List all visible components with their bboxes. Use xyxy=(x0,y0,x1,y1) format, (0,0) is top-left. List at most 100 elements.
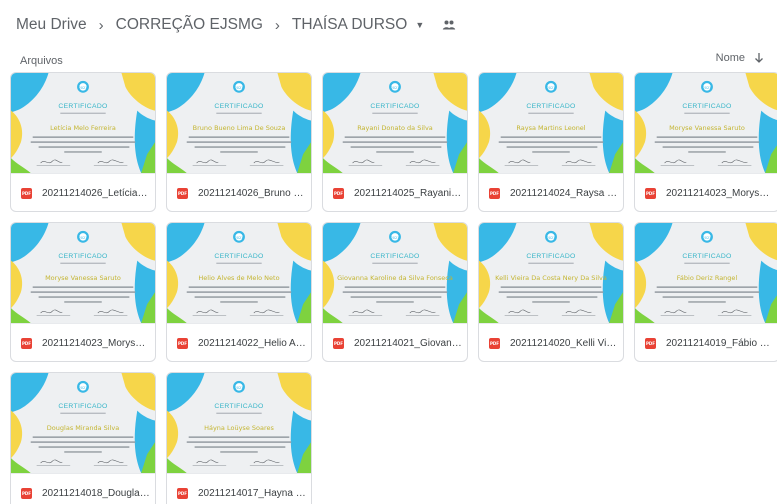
file-name: 20211214021_Giovanna K... xyxy=(354,337,462,349)
certificate-background-image: 2021 xyxy=(11,73,155,173)
file-name: 20211214022_Helio Alves ... xyxy=(198,337,306,349)
pdf-file-icon: PDF xyxy=(21,337,32,349)
certificate-background-image: 2021 xyxy=(635,223,777,323)
svg-text:2021: 2021 xyxy=(703,236,712,240)
file-card[interactable]: 2021 CERTIFICADO Háyna Loüyse Soares PDF… xyxy=(166,372,312,504)
file-name: 20211214026_Bruno Buen... xyxy=(198,187,306,199)
certificate-recipient-name: Rayani Donato da Silva xyxy=(357,124,433,132)
caret-down-icon[interactable]: ▼ xyxy=(415,20,424,30)
certificate-thumbnail: 2021 CERTIFICADO Kelli Vieira Da Costa N… xyxy=(479,223,623,324)
certificate-title: CERTIFICADO xyxy=(58,253,108,260)
certificate-recipient-name: Giovanna Karoline da Silva Fonseca xyxy=(337,274,453,282)
breadcrumb-correcao-ejsmg[interactable]: CORREÇÃO EJSMG xyxy=(114,16,265,34)
pdf-file-icon: PDF xyxy=(645,187,656,199)
file-caption: PDF 20211214018_Douglas Mir... xyxy=(11,474,155,504)
certificate-title: CERTIFICADO xyxy=(214,103,264,110)
file-name: 20211214023_Moryse Van... xyxy=(42,337,150,349)
file-name: 20211214019_Fábio Deriz ... xyxy=(666,337,774,349)
svg-text:2021: 2021 xyxy=(235,386,244,390)
file-card[interactable]: 2021 CERTIFICADO Letícia Melo Ferreira P… xyxy=(10,72,156,212)
svg-text:2021: 2021 xyxy=(703,86,712,90)
svg-text:2021: 2021 xyxy=(79,386,88,390)
pdf-file-icon: PDF xyxy=(333,337,344,349)
file-card[interactable]: 2021 CERTIFICADO Fábio Deriz Rangel PDF … xyxy=(634,222,777,362)
svg-text:2021: 2021 xyxy=(547,86,556,90)
certificate-title: CERTIFICADO xyxy=(682,103,732,110)
certificate-background-image: 2021 xyxy=(11,373,155,473)
certificate-thumbnail: 2021 CERTIFICADO Moryse Vanessa Saruto xyxy=(11,223,155,324)
pdf-file-icon: PDF xyxy=(333,187,344,199)
file-name: 20211214018_Douglas Mir... xyxy=(42,487,150,499)
file-caption: PDF 20211214023_Moryse Van... xyxy=(635,174,777,211)
file-card[interactable]: 2021 CERTIFICADO Helio Alves de Melo Net… xyxy=(166,222,312,362)
certificate-background-image: 2021 xyxy=(479,223,623,323)
breadcrumb: Meu Drive › CORREÇÃO EJSMG › THAÍSA DURS… xyxy=(14,14,456,36)
certificate-recipient-name: Douglas Miranda Silva xyxy=(46,424,120,432)
file-name: 20211214026_Letícia Melo... xyxy=(42,187,150,199)
file-card[interactable]: 2021 CERTIFICADO Moryse Vanessa Saruto P… xyxy=(10,222,156,362)
certificate-thumbnail: 2021 CERTIFICADO Moryse Vanessa Saruto xyxy=(635,73,777,174)
certificate-title: CERTIFICADO xyxy=(214,403,264,410)
file-card[interactable]: 2021 CERTIFICADO Kelli Vieira Da Costa N… xyxy=(478,222,624,362)
certificate-recipient-name: Letícia Melo Ferreira xyxy=(50,124,116,132)
file-card[interactable]: 2021 CERTIFICADO Douglas Miranda Silva P… xyxy=(10,372,156,504)
certificate-thumbnail: 2021 CERTIFICADO Giovanna Karoline da Si… xyxy=(323,223,467,324)
file-card[interactable]: 2021 CERTIFICADO Giovanna Karoline da Si… xyxy=(322,222,468,362)
chevron-right-icon: › xyxy=(274,16,280,34)
certificate-title: CERTIFICADO xyxy=(58,403,108,410)
svg-text:2021: 2021 xyxy=(547,236,556,240)
pdf-file-icon: PDF xyxy=(489,337,500,349)
certificate-title: CERTIFICADO xyxy=(682,253,732,260)
file-caption: PDF 20211214020_Kelli Vieira ... xyxy=(479,324,623,361)
certificate-background-image: 2021 xyxy=(167,373,311,473)
breadcrumb-my-drive[interactable]: Meu Drive xyxy=(14,16,89,34)
svg-text:2021: 2021 xyxy=(79,236,88,240)
chevron-right-icon: › xyxy=(98,16,104,34)
certificate-background-image: 2021 xyxy=(635,73,777,173)
certificate-thumbnail: 2021 CERTIFICADO Douglas Miranda Silva xyxy=(11,373,155,474)
certificate-recipient-name: Bruno Bueno Lima De Souza xyxy=(192,124,286,132)
certificate-background-image: 2021 xyxy=(479,73,623,173)
pdf-file-icon: PDF xyxy=(177,487,188,499)
pdf-file-icon: PDF xyxy=(21,487,32,499)
sort-label[interactable]: Nome xyxy=(716,52,745,64)
pdf-file-icon: PDF xyxy=(177,187,188,199)
certificate-recipient-name: Helio Alves de Melo Neto xyxy=(198,274,280,282)
svg-text:2021: 2021 xyxy=(235,236,244,240)
certificate-thumbnail: 2021 CERTIFICADO Háyna Loüyse Soares xyxy=(167,373,311,474)
file-card[interactable]: 2021 CERTIFICADO Raysa Martins Leonel PD… xyxy=(478,72,624,212)
file-grid: 2021 CERTIFICADO Letícia Melo Ferreira P… xyxy=(10,72,777,504)
svg-text:2021: 2021 xyxy=(79,86,88,90)
certificate-background-image: 2021 xyxy=(167,73,311,173)
file-card[interactable]: 2021 CERTIFICADO Bruno Bueno Lima De Sou… xyxy=(166,72,312,212)
certificate-title: CERTIFICADO xyxy=(370,103,420,110)
arrow-down-icon[interactable] xyxy=(753,52,765,64)
file-caption: PDF 20211214021_Giovanna K... xyxy=(323,324,467,361)
sort-control[interactable]: Nome xyxy=(716,52,765,64)
file-caption: PDF 20211214019_Fábio Deriz ... xyxy=(635,324,777,361)
file-name: 20211214023_Moryse Van... xyxy=(666,187,774,199)
pdf-file-icon: PDF xyxy=(489,187,500,199)
file-card[interactable]: 2021 CERTIFICADO Moryse Vanessa Saruto P… xyxy=(634,72,777,212)
file-name: 20211214025_Rayani Don... xyxy=(354,187,462,199)
certificate-background-image: 2021 xyxy=(11,223,155,323)
file-caption: PDF 20211214026_Letícia Melo... xyxy=(11,174,155,211)
certificate-thumbnail: 2021 CERTIFICADO Letícia Melo Ferreira xyxy=(11,73,155,174)
svg-text:2021: 2021 xyxy=(235,86,244,90)
svg-text:2021: 2021 xyxy=(391,86,400,90)
breadcrumb-thaisa-durso[interactable]: THAÍSA DURSO xyxy=(290,16,409,34)
file-caption: PDF 20211214022_Helio Alves ... xyxy=(167,324,311,361)
file-caption: PDF 20211214025_Rayani Don... xyxy=(323,174,467,211)
certificate-recipient-name: Moryse Vanessa Saruto xyxy=(45,274,121,282)
file-caption: PDF 20211214023_Moryse Van... xyxy=(11,324,155,361)
certificate-thumbnail: 2021 CERTIFICADO Bruno Bueno Lima De Sou… xyxy=(167,73,311,174)
files-section-label: Arquivos xyxy=(20,55,63,67)
shared-people-icon[interactable] xyxy=(442,19,456,31)
pdf-file-icon: PDF xyxy=(177,337,188,349)
certificate-title: CERTIFICADO xyxy=(58,103,108,110)
certificate-thumbnail: 2021 CERTIFICADO Helio Alves de Melo Net… xyxy=(167,223,311,324)
svg-text:2021: 2021 xyxy=(391,236,400,240)
certificate-recipient-name: Fábio Deriz Rangel xyxy=(676,274,738,282)
file-card[interactable]: 2021 CERTIFICADO Rayani Donato da Silva … xyxy=(322,72,468,212)
certificate-thumbnail: 2021 CERTIFICADO Rayani Donato da Silva xyxy=(323,73,467,174)
